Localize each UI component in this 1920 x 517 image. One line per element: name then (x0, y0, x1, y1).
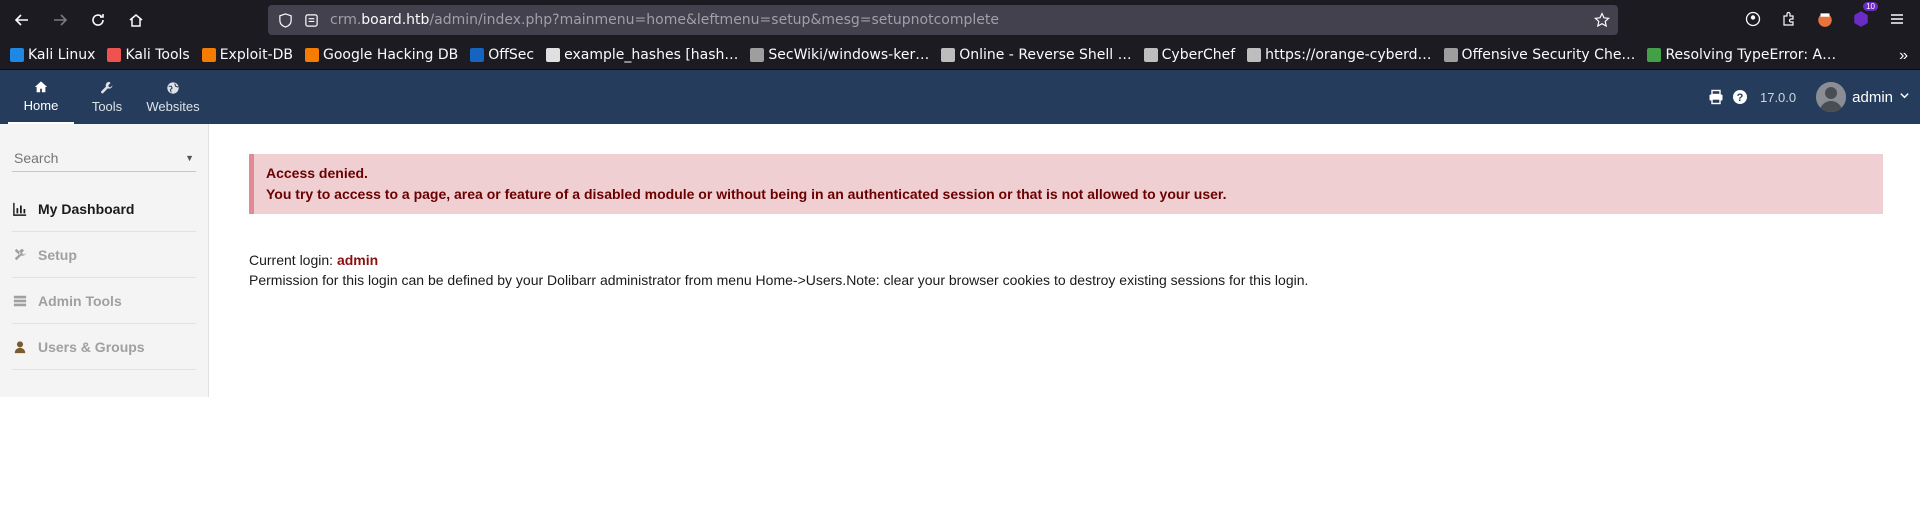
bookmark-favicon-icon (1647, 47, 1662, 62)
bookmark-item[interactable]: Offensive Security Che… (1443, 46, 1636, 63)
user-icon (12, 339, 28, 355)
forward-icon[interactable] (46, 6, 74, 34)
bookmark-item[interactable]: Online - Reverse Shell … (941, 46, 1132, 63)
bookmark-label: Online - Reverse Shell … (959, 46, 1132, 63)
help-icon[interactable]: ? (1732, 89, 1748, 105)
bookmark-label: OffSec (488, 46, 535, 63)
error-message: You try to access to a page, area or fea… (266, 186, 1227, 202)
bookmark-item[interactable]: example_hashes [hash… (546, 47, 738, 63)
main-content: Access denied. You try to access to a pa… (209, 124, 1920, 397)
login-info: Current login: admin Permission for this… (249, 250, 1883, 290)
home-icon (34, 80, 48, 92)
print-icon[interactable] (1708, 89, 1724, 105)
top-menu-websites[interactable]: Websites (140, 70, 206, 124)
hamburger-menu-icon[interactable] (1886, 8, 1908, 30)
top-menu-home-label: Home (23, 97, 59, 113)
browser-toolbar: crm.board.htb/admin/index.php?mainmenu=h… (0, 0, 1920, 40)
bookmark-favicon-icon (470, 47, 485, 62)
server-icon (12, 293, 28, 309)
sidebar-item-label: Setup (38, 246, 77, 263)
search-box[interactable]: ▼ (12, 144, 196, 172)
url-text: crm.board.htb/admin/index.php?mainmenu=h… (330, 12, 999, 28)
bookmark-item[interactable]: Kali Tools (107, 46, 190, 63)
user-name[interactable]: admin (1852, 89, 1893, 106)
bookmark-favicon-icon (1143, 47, 1158, 62)
error-message-box: Access denied. You try to access to a pa… (249, 154, 1883, 214)
bookmark-item[interactable]: Google Hacking DB (305, 47, 458, 63)
bookmark-label: Offensive Security Che… (1461, 46, 1636, 63)
current-login-label: Current login: (249, 252, 334, 268)
bookmark-label: Google Hacking DB (323, 46, 459, 63)
top-right-area: ? 17.0.0 admin (1708, 70, 1910, 124)
sidebar-item-users-groups[interactable]: Users & Groups (12, 324, 196, 370)
browser-right-icons: 10 (1742, 2, 1908, 30)
top-menu-tools[interactable]: Tools (74, 70, 140, 124)
extension-purple-icon[interactable]: 10 (1850, 2, 1878, 30)
reload-icon[interactable] (84, 6, 112, 34)
search-input[interactable] (14, 149, 164, 166)
sidebar-item-my-dashboard[interactable]: My Dashboard (12, 186, 196, 232)
globe-icon (167, 81, 179, 94)
current-login-user: admin (336, 252, 379, 268)
left-sidebar: ▼ My Dashboard Setup Admin Tools Users &… (0, 124, 209, 397)
bookmark-favicon-icon (305, 47, 319, 62)
bookmark-item[interactable]: SecWiki/windows-ker… (750, 47, 929, 63)
bookmark-label: SecWiki/windows-ker… (768, 46, 930, 63)
top-menu-websites-label: Websites (146, 98, 200, 114)
url-bar[interactable]: crm.board.htb/admin/index.php?mainmenu=h… (268, 5, 1618, 35)
chart-icon (12, 201, 28, 217)
bookmark-label: Kali Tools (125, 46, 190, 63)
sidebar-item-setup[interactable]: Setup (12, 232, 196, 278)
bookmark-favicon-icon (546, 47, 561, 62)
version-label: 17.0.0 (1759, 89, 1797, 105)
bookmark-label: Exploit-DB (219, 46, 293, 63)
sidebar-item-label: Admin Tools (38, 292, 122, 309)
bookmark-favicon-icon (1443, 47, 1458, 62)
main-area: ▼ My Dashboard Setup Admin Tools Users &… (0, 124, 1920, 397)
home-browser-icon[interactable] (122, 6, 150, 34)
wrench-icon (101, 81, 113, 93)
bookmark-label: https://orange-cyberd… (1265, 46, 1432, 63)
permission-note: Permission for this login can be defined… (249, 272, 1309, 288)
avatar[interactable] (1816, 82, 1847, 112)
sidebar-item-label: Users & Groups (38, 338, 145, 355)
bookmark-favicon-icon (10, 47, 24, 62)
bookmark-item[interactable]: Resolving TypeError: A… (1647, 47, 1836, 63)
back-icon[interactable] (8, 6, 36, 34)
bookmark-favicon-icon (1247, 47, 1262, 62)
error-title: Access denied. (266, 165, 368, 181)
top-menu: Home Tools Websites (0, 70, 206, 124)
bookmark-label: Resolving TypeError: A… (1665, 46, 1837, 63)
top-menu-tools-label: Tools (91, 98, 123, 114)
app-top-bar: Home Tools Websites ? 17.0.0 admin (0, 70, 1920, 124)
bookmark-favicon-icon (941, 47, 956, 62)
page-info-icon[interactable] (304, 12, 320, 28)
bookmark-label: CyberChef (1161, 46, 1236, 63)
svg-text:?: ? (1737, 92, 1744, 104)
bookmark-favicon-icon (750, 47, 765, 62)
account-icon[interactable] (1742, 8, 1764, 30)
bookmark-item[interactable]: Exploit-DB (201, 46, 293, 63)
bookmark-label: Kali Linux (28, 46, 96, 63)
sidebar-item-admin-tools[interactable]: Admin Tools (12, 278, 196, 324)
bookmarks-toolbar: Kali Linux Kali Tools Exploit-DB Google Hac… (0, 40, 1920, 70)
foxyproxy-icon[interactable] (1814, 8, 1836, 30)
chevron-down-icon[interactable] (1899, 88, 1910, 106)
bookmark-favicon-icon (201, 47, 216, 62)
bookmark-label: example_hashes [hash… (564, 46, 739, 63)
bookmark-star-icon[interactable] (1594, 12, 1610, 28)
top-menu-home[interactable]: Home (8, 70, 74, 124)
tools-icon (12, 247, 28, 263)
bookmark-item[interactable]: Kali Linux (10, 47, 95, 63)
bookmarks-overflow-icon[interactable]: » (1899, 47, 1908, 65)
shield-icon[interactable] (278, 12, 294, 28)
search-dropdown-icon[interactable]: ▼ (185, 153, 194, 163)
bookmark-item[interactable]: https://orange-cyberd… (1247, 46, 1432, 63)
extensions-icon[interactable] (1778, 8, 1800, 30)
bookmark-favicon-icon (107, 47, 122, 62)
bookmark-item[interactable]: CyberChef (1143, 46, 1236, 63)
sidebar-item-label: My Dashboard (38, 200, 135, 217)
bookmark-item[interactable]: OffSec (470, 47, 534, 63)
